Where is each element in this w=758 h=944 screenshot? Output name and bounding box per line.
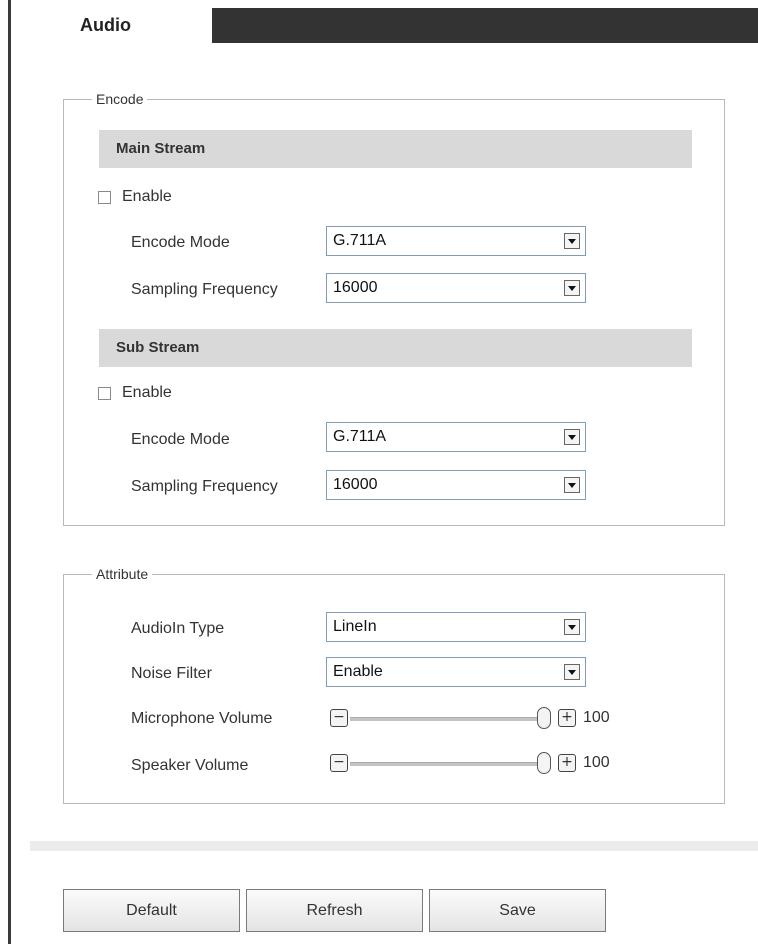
main-stream-header: Main Stream	[99, 130, 692, 168]
divider	[30, 841, 758, 851]
sub-sampling-frequency-value: 16000	[333, 476, 378, 493]
chevron-down-icon[interactable]	[564, 477, 580, 493]
speaker-volume-slider[interactable]: − + 100	[330, 751, 630, 775]
speaker-volume-track[interactable]	[350, 762, 540, 766]
main-encode-mode-label: Encode Mode	[131, 234, 230, 251]
main-stream-enable-label: Enable	[122, 188, 172, 205]
sub-encode-mode-value: G.711A	[333, 428, 387, 445]
speaker-volume-value: 100	[583, 754, 610, 771]
encode-legend: Encode	[92, 91, 148, 107]
microphone-volume-track[interactable]	[350, 717, 540, 721]
audioin-type-value: LineIn	[333, 618, 377, 635]
save-button[interactable]: Save	[429, 889, 606, 932]
sub-encode-mode-select[interactable]: G.711A	[326, 422, 586, 452]
sub-sampling-frequency-label: Sampling Frequency	[131, 478, 278, 495]
microphone-volume-label: Microphone Volume	[131, 710, 273, 727]
minus-icon[interactable]: −	[330, 754, 348, 772]
audioin-type-label: AudioIn Type	[131, 620, 225, 637]
chevron-down-icon[interactable]	[564, 619, 580, 635]
main-sampling-frequency-select[interactable]: 16000	[326, 273, 586, 303]
slider-thumb-icon[interactable]	[537, 707, 551, 729]
microphone-volume-slider[interactable]: − + 100	[330, 706, 630, 730]
main-stream-enable-checkbox[interactable]	[98, 191, 111, 204]
main-sampling-frequency-value: 16000	[333, 279, 378, 296]
refresh-button[interactable]: Refresh	[246, 889, 423, 932]
main-sampling-frequency-label: Sampling Frequency	[131, 281, 278, 298]
plus-icon[interactable]: +	[558, 754, 576, 772]
main-encode-mode-value: G.711A	[333, 232, 387, 249]
chevron-down-icon[interactable]	[564, 429, 580, 445]
audioin-type-select[interactable]: LineIn	[326, 612, 586, 642]
sub-sampling-frequency-select[interactable]: 16000	[326, 470, 586, 500]
window-left-border	[8, 0, 11, 944]
sub-encode-mode-label: Encode Mode	[131, 431, 230, 448]
noise-filter-select[interactable]: Enable	[326, 657, 586, 687]
chevron-down-icon[interactable]	[564, 280, 580, 296]
chevron-down-icon[interactable]	[564, 664, 580, 680]
noise-filter-value: Enable	[333, 663, 383, 680]
minus-icon[interactable]: −	[330, 709, 348, 727]
sub-stream-enable-checkbox[interactable]	[98, 387, 111, 400]
sub-stream-enable-label: Enable	[122, 384, 172, 401]
slider-thumb-icon[interactable]	[537, 752, 551, 774]
sub-stream-header: Sub Stream	[99, 329, 692, 367]
noise-filter-label: Noise Filter	[131, 665, 212, 682]
default-button[interactable]: Default	[63, 889, 240, 932]
microphone-volume-value: 100	[583, 709, 610, 726]
plus-icon[interactable]: +	[558, 709, 576, 727]
speaker-volume-label: Speaker Volume	[131, 757, 249, 774]
main-encode-mode-select[interactable]: G.711A	[326, 226, 586, 256]
tab-audio[interactable]: Audio	[11, 8, 212, 43]
chevron-down-icon[interactable]	[564, 233, 580, 249]
attribute-legend: Attribute	[92, 566, 153, 582]
